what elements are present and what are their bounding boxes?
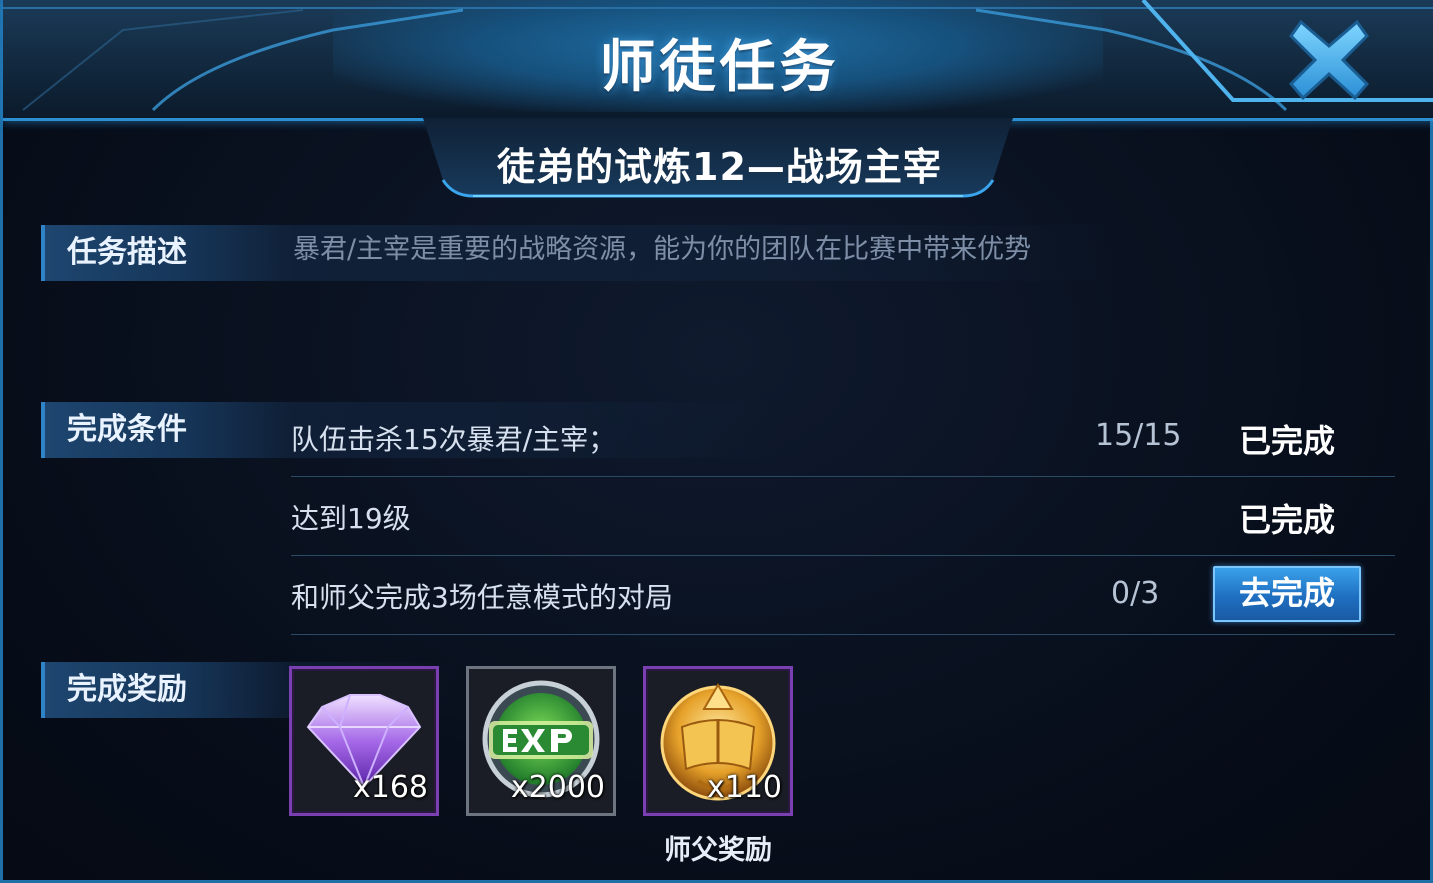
close-button[interactable] (1287, 18, 1371, 102)
reward-item-diamond[interactable]: x168 (289, 666, 439, 816)
condition-row: 达到19级 已完成 (291, 477, 1395, 556)
condition-status-completed: 已完成 (1239, 422, 1336, 460)
go-complete-button[interactable]: 去完成 (1213, 566, 1361, 622)
rewards-label: 完成奖励 (41, 662, 291, 718)
description-text: 暴君/主宰是重要的战略资源，能为你的团队在比赛中带来优势 (293, 234, 1032, 265)
header-bar: 师徒任务 (3, 0, 1433, 121)
description-label: 任务描述 (41, 225, 291, 281)
close-x-icon (1288, 19, 1370, 101)
master-reward-caption: 师父奖励 (664, 835, 772, 866)
reward-quantity: x168 (352, 770, 428, 805)
task-dialog: 师徒任务 徒弟的试炼12—战场主宰 任务描述 暴君/主宰是重要的战略资源，能为你… (0, 0, 1433, 883)
condition-text: 和师父完成3场任意模式的对局 (291, 581, 673, 614)
condition-row: 和师父完成3场任意模式的对局 0/3 去完成 (291, 556, 1395, 635)
condition-progress: 15/15 (1095, 418, 1182, 453)
condition-status-completed: 已完成 (1239, 501, 1336, 539)
reward-item-exp[interactable]: x2000 (466, 666, 616, 816)
condition-row: 队伍击杀15次暴君/主宰； 15/15 已完成 (291, 398, 1395, 477)
conditions-label: 完成条件 (41, 402, 291, 458)
condition-text: 达到19级 (291, 502, 411, 535)
condition-progress: 0/3 (1111, 576, 1160, 611)
task-name: 徒弟的试炼12—战场主宰 (497, 145, 942, 189)
page-title: 师徒任务 (599, 35, 840, 100)
reward-quantity: x110 (706, 770, 782, 805)
reward-item-medal[interactable]: x110 (643, 666, 793, 816)
condition-text: 队伍击杀15次暴君/主宰； (291, 423, 617, 456)
reward-quantity: x2000 (510, 770, 605, 805)
